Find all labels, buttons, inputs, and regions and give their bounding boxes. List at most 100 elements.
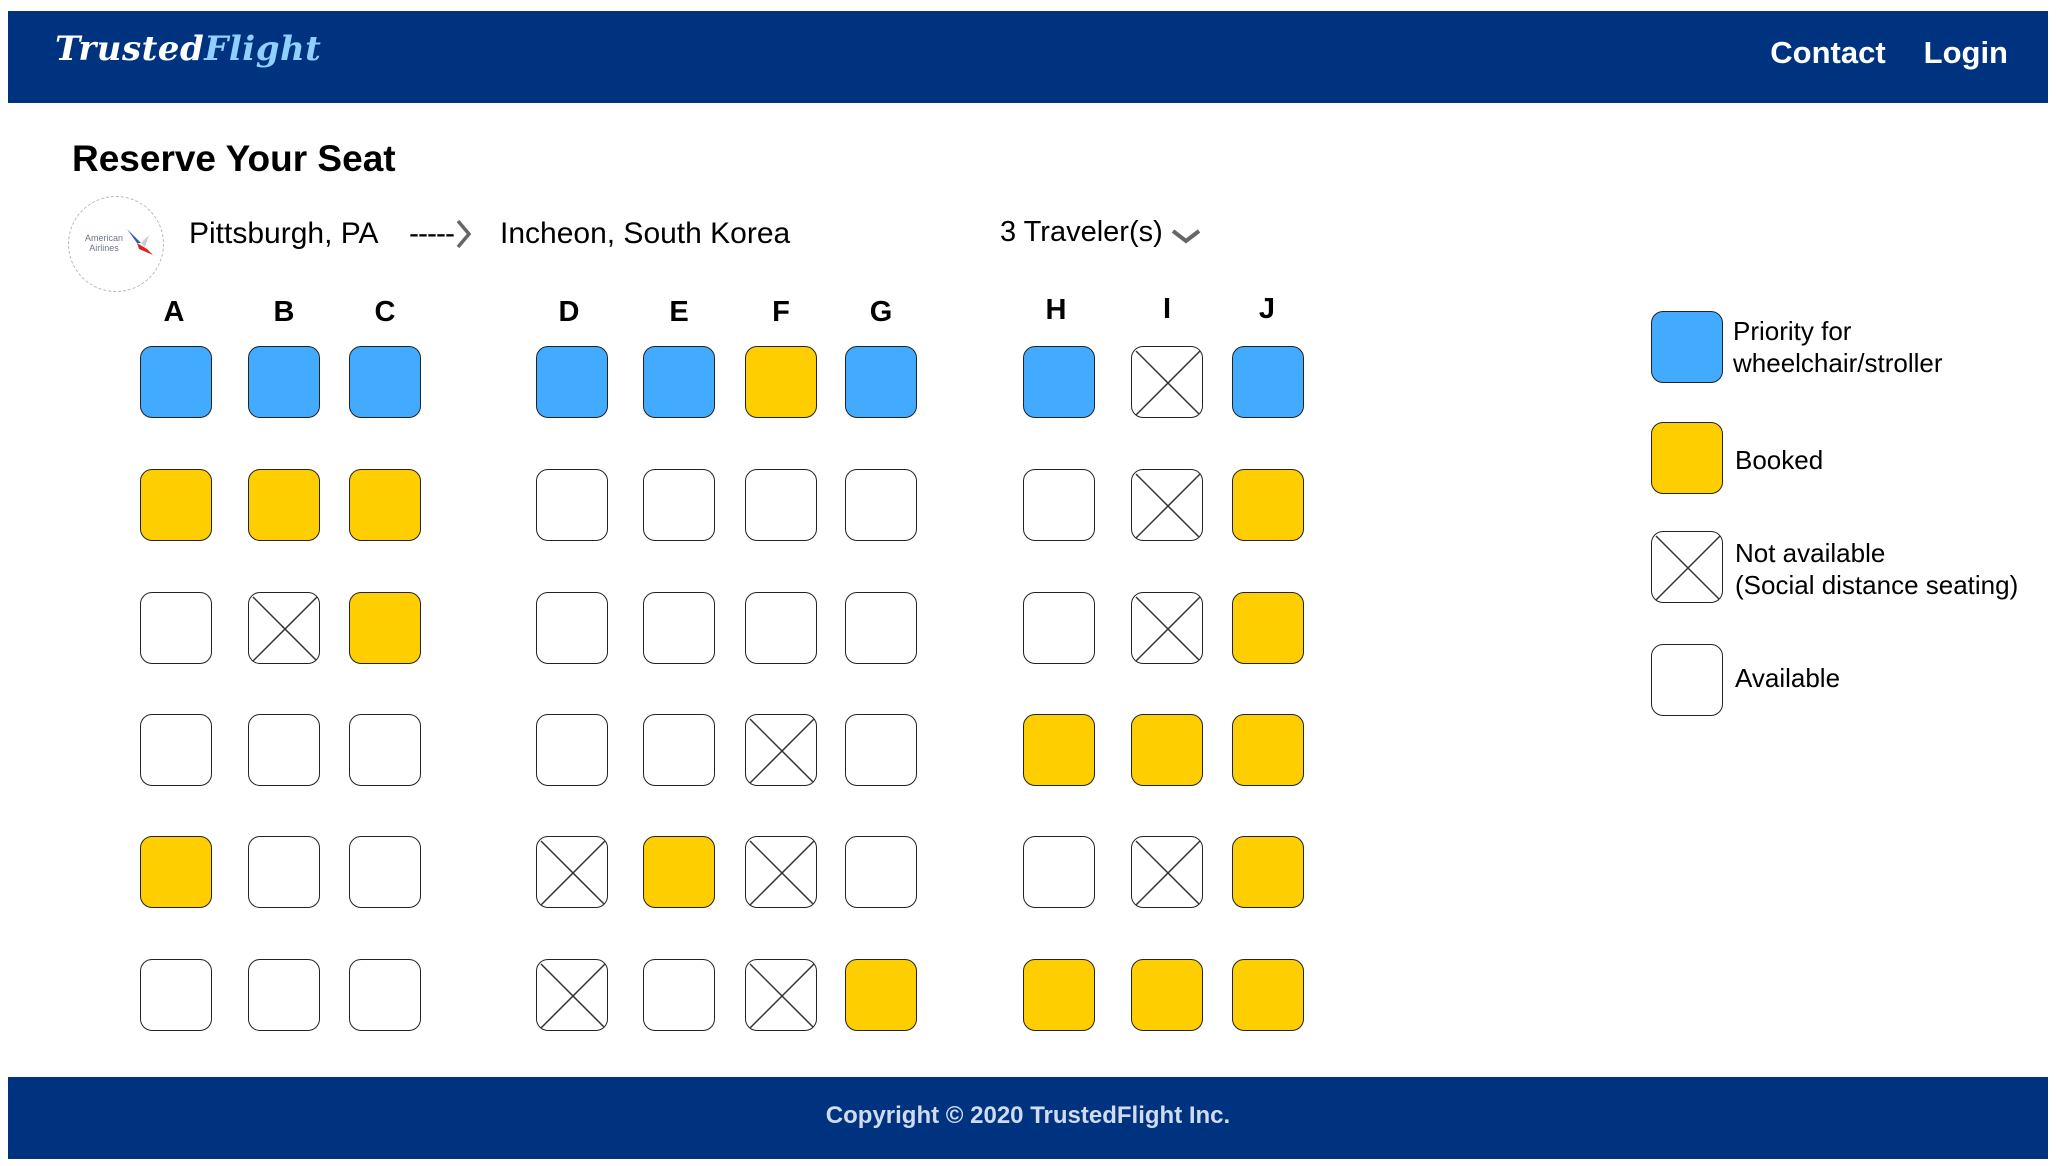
- seat-2c: [349, 469, 421, 541]
- airline-logo: American Airlines: [68, 196, 164, 292]
- seat-5j: [1232, 836, 1304, 908]
- seat-4h: [1023, 714, 1095, 786]
- legend-label: wheelchair/stroller: [1733, 348, 1943, 378]
- seat-1d[interactable]: [536, 346, 608, 418]
- seat-3h[interactable]: [1023, 592, 1095, 664]
- brand-name-part2: Flight: [204, 29, 322, 69]
- seat-1b[interactable]: [248, 346, 320, 418]
- unavailable-x-icon: [540, 963, 606, 1029]
- seat-6a[interactable]: [140, 959, 212, 1031]
- legend-swatch-available: [1651, 644, 1723, 716]
- seat-column-label: J: [1258, 293, 1276, 325]
- seat-2j: [1232, 469, 1304, 541]
- seat-6b[interactable]: [248, 959, 320, 1031]
- flight-origin: Pittsburgh, PA: [189, 217, 379, 250]
- seat-5h[interactable]: [1023, 836, 1095, 908]
- seat-1i: [1131, 346, 1203, 418]
- seat-3d[interactable]: [536, 592, 608, 664]
- unavailable-x-icon: [540, 840, 606, 906]
- seat-5f: [745, 836, 817, 908]
- brand-logo[interactable]: TrustedFlight: [55, 29, 321, 69]
- seat-1h[interactable]: [1023, 346, 1095, 418]
- seat-3b: [248, 592, 320, 664]
- seat-4f: [745, 714, 817, 786]
- seat-3f[interactable]: [745, 592, 817, 664]
- seat-1a[interactable]: [140, 346, 212, 418]
- travelers-count: 3 Traveler(s): [1000, 216, 1163, 248]
- nav-links: Contact Login: [1770, 35, 2008, 71]
- seat-2b: [248, 469, 320, 541]
- nav-link-contact[interactable]: Contact: [1770, 35, 1885, 71]
- seat-2d[interactable]: [536, 469, 608, 541]
- legend-label: Available: [1735, 663, 1841, 693]
- seat-4a[interactable]: [140, 714, 212, 786]
- seat-6c[interactable]: [349, 959, 421, 1031]
- unavailable-x-icon: [1655, 535, 1721, 601]
- seat-5b[interactable]: [248, 836, 320, 908]
- legend-swatch-booked: [1651, 422, 1723, 494]
- page-title: Reserve Your Seat: [72, 138, 396, 179]
- seat-1e[interactable]: [643, 346, 715, 418]
- seat-5d: [536, 836, 608, 908]
- unavailable-x-icon: [252, 596, 318, 662]
- seat-4d[interactable]: [536, 714, 608, 786]
- seat-4j: [1232, 714, 1304, 786]
- seat-3j: [1232, 592, 1304, 664]
- legend-label: Priority for: [1733, 316, 1852, 346]
- chevron-down-icon: [1171, 228, 1200, 244]
- seat-6f: [745, 959, 817, 1031]
- seat-4i: [1131, 714, 1203, 786]
- legend-label: (Social distance seating): [1735, 570, 2019, 600]
- seat-2e[interactable]: [643, 469, 715, 541]
- chevron-right-icon: [456, 219, 472, 249]
- seat-2g[interactable]: [845, 469, 917, 541]
- flight-destination: Incheon, South Korea: [500, 217, 791, 250]
- seat-3e[interactable]: [643, 592, 715, 664]
- seat-column-label: E: [669, 296, 689, 328]
- seat-4b[interactable]: [248, 714, 320, 786]
- seat-1j[interactable]: [1232, 346, 1304, 418]
- seat-6g: [845, 959, 917, 1031]
- brand-name-part1: Trusted: [55, 29, 205, 69]
- travelers-dropdown[interactable]: 3 Traveler(s): [1000, 216, 1203, 249]
- seat-3a[interactable]: [140, 592, 212, 664]
- legend-swatch-priority: [1651, 311, 1723, 383]
- seat-3c: [349, 592, 421, 664]
- unavailable-x-icon: [749, 963, 815, 1029]
- seat-column-label: D: [558, 296, 580, 328]
- seat-2h[interactable]: [1023, 469, 1095, 541]
- seat-2a: [140, 469, 212, 541]
- airline-logo-text: American Airlines: [84, 233, 123, 253]
- seat-6e[interactable]: [643, 959, 715, 1031]
- seat-2f[interactable]: [745, 469, 817, 541]
- seat-3g[interactable]: [845, 592, 917, 664]
- seat-3i: [1131, 592, 1203, 664]
- seat-4c[interactable]: [349, 714, 421, 786]
- seat-1c[interactable]: [349, 346, 421, 418]
- unavailable-x-icon: [1135, 840, 1201, 906]
- seat-4g[interactable]: [845, 714, 917, 786]
- seat-column-label: B: [273, 296, 295, 328]
- unavailable-x-icon: [749, 718, 815, 784]
- seat-column-label: F: [772, 296, 790, 328]
- unavailable-x-icon: [749, 840, 815, 906]
- seat-5i: [1131, 836, 1203, 908]
- seat-5a: [140, 836, 212, 908]
- seat-6j: [1232, 959, 1304, 1031]
- top-navbar: TrustedFlight Contact Login: [8, 11, 2048, 103]
- unavailable-x-icon: [1135, 350, 1201, 416]
- seat-1g[interactable]: [845, 346, 917, 418]
- seat-column-label: A: [163, 296, 185, 328]
- seat-5c[interactable]: [349, 836, 421, 908]
- footer: Copyright © 2020 TrustedFlight Inc.: [8, 1077, 2048, 1159]
- seat-6h: [1023, 959, 1095, 1031]
- seat-5g[interactable]: [845, 836, 917, 908]
- legend-label: Not available: [1735, 538, 1886, 568]
- seat-2i: [1131, 469, 1203, 541]
- unavailable-x-icon: [1135, 596, 1201, 662]
- seat-1f: [745, 346, 817, 418]
- nav-link-login[interactable]: Login: [1924, 35, 2008, 71]
- seat-5e: [643, 836, 715, 908]
- seat-column-label: I: [1162, 293, 1172, 325]
- seat-4e[interactable]: [643, 714, 715, 786]
